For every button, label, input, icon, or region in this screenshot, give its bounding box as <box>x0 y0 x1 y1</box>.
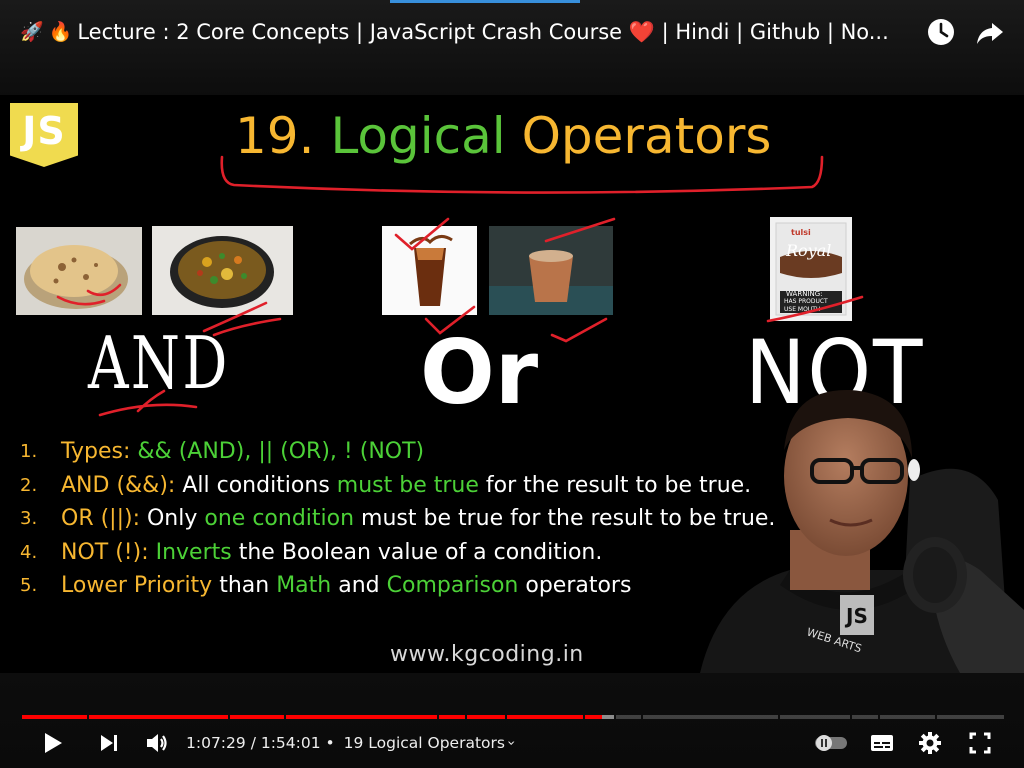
packet-line2: USE MOUTH <box>784 306 821 313</box>
rocket-icon: 🚀 <box>20 21 44 43</box>
settings-button[interactable] <box>916 729 944 757</box>
slide-title-word-logical: Logical <box>330 107 506 165</box>
point-5: 5. Lower Priority than Math and Comparis… <box>20 573 632 598</box>
next-button[interactable] <box>94 729 124 757</box>
autoplay-toggle[interactable] <box>812 729 850 757</box>
time-separator: / <box>245 734 261 752</box>
video-title-bar: 🚀 🔥 Lecture : 2 Core Concepts | JavaScri… <box>0 0 1024 95</box>
chevron-right-icon[interactable]: › <box>499 740 523 746</box>
tea-image <box>489 226 613 315</box>
packet-line1: HAS PRODUCT <box>784 298 828 305</box>
duration: 1:54:01 <box>260 734 321 752</box>
loading-indicator <box>390 0 580 3</box>
subtitles-icon <box>871 735 893 751</box>
subtitles-button[interactable] <box>868 729 896 757</box>
play-button[interactable] <box>38 729 68 757</box>
time-display: 1:07:29 / 1:54:01 • 19 Logical Operators… <box>186 731 519 755</box>
share-icon[interactable] <box>974 16 1006 48</box>
mute-button[interactable] <box>142 729 172 757</box>
packet-warning: WARNING: <box>786 290 823 298</box>
point-1: 1. Types: && (AND), || (OR), ! (NOT) <box>20 439 425 464</box>
chapter-marker <box>641 715 643 719</box>
slide-title-word-operators: Operators <box>521 107 772 165</box>
packet-name: Royal <box>786 241 832 260</box>
progress-bar[interactable] <box>22 715 1004 719</box>
chapter-marker <box>284 715 286 719</box>
fire-icon: 🔥 <box>48 21 73 43</box>
chapter-marker <box>778 715 780 719</box>
point-4: 4. NOT (!): Inverts the Boolean value of… <box>20 539 603 565</box>
chapter-bullet: • <box>320 734 340 752</box>
played-bar <box>22 715 603 719</box>
play-icon <box>45 733 62 753</box>
settings-icon <box>919 732 941 754</box>
video-frame[interactable]: JS 19. Logical Operators tulsi Royal WAR… <box>0 95 1024 673</box>
chapter-marker <box>878 715 880 719</box>
slide-title: 19. Logical Operators <box>235 105 771 167</box>
autoplay-toggle-icon <box>815 735 847 751</box>
chapter-marker <box>583 715 585 719</box>
next-icon <box>101 735 117 751</box>
slide-points: 1. Types: && (AND), || (OR), ! (NOT) 2. … <box>20 435 810 603</box>
label-and: AND <box>88 321 230 405</box>
chapter-title[interactable]: 19 Logical Operators <box>344 731 505 755</box>
chapter-marker <box>505 715 507 719</box>
volume-icon <box>147 734 167 752</box>
cold-drink-image <box>382 226 477 315</box>
sabzi-image <box>152 226 293 315</box>
chapter-marker <box>228 715 230 719</box>
player-controls: 1:07:29 / 1:54:01 • 19 Logical Operators… <box>0 673 1024 768</box>
website-url: www.kgcoding.in <box>390 642 584 667</box>
fullscreen-icon <box>969 732 991 754</box>
javascript-logo: JS <box>10 103 78 167</box>
chapter-marker <box>850 715 852 719</box>
chapter-marker <box>614 715 616 719</box>
watch-later-icon[interactable] <box>925 16 957 48</box>
chapter-marker <box>465 715 467 719</box>
video-title[interactable]: Lecture : 2 Core Concepts | JavaScript C… <box>77 16 888 48</box>
fullscreen-button[interactable] <box>966 729 994 757</box>
roti-image <box>16 227 142 315</box>
current-time: 1:07:29 <box>186 734 246 752</box>
chapter-marker <box>437 715 439 719</box>
chapter-marker <box>87 715 89 719</box>
slide-title-number: 19. <box>235 107 315 165</box>
packet-brand: tulsi <box>791 228 811 237</box>
point-2: 2. AND (&&): All conditions must be true… <box>20 472 752 498</box>
video-title-row[interactable]: 🚀 🔥 Lecture : 2 Core Concepts | JavaScri… <box>20 16 889 48</box>
point-3: 3. OR (||): Only one condition must be t… <box>20 506 776 531</box>
svg-text:JS: JS <box>844 604 868 628</box>
label-or: Or <box>420 321 539 424</box>
chapter-marker <box>935 715 937 719</box>
